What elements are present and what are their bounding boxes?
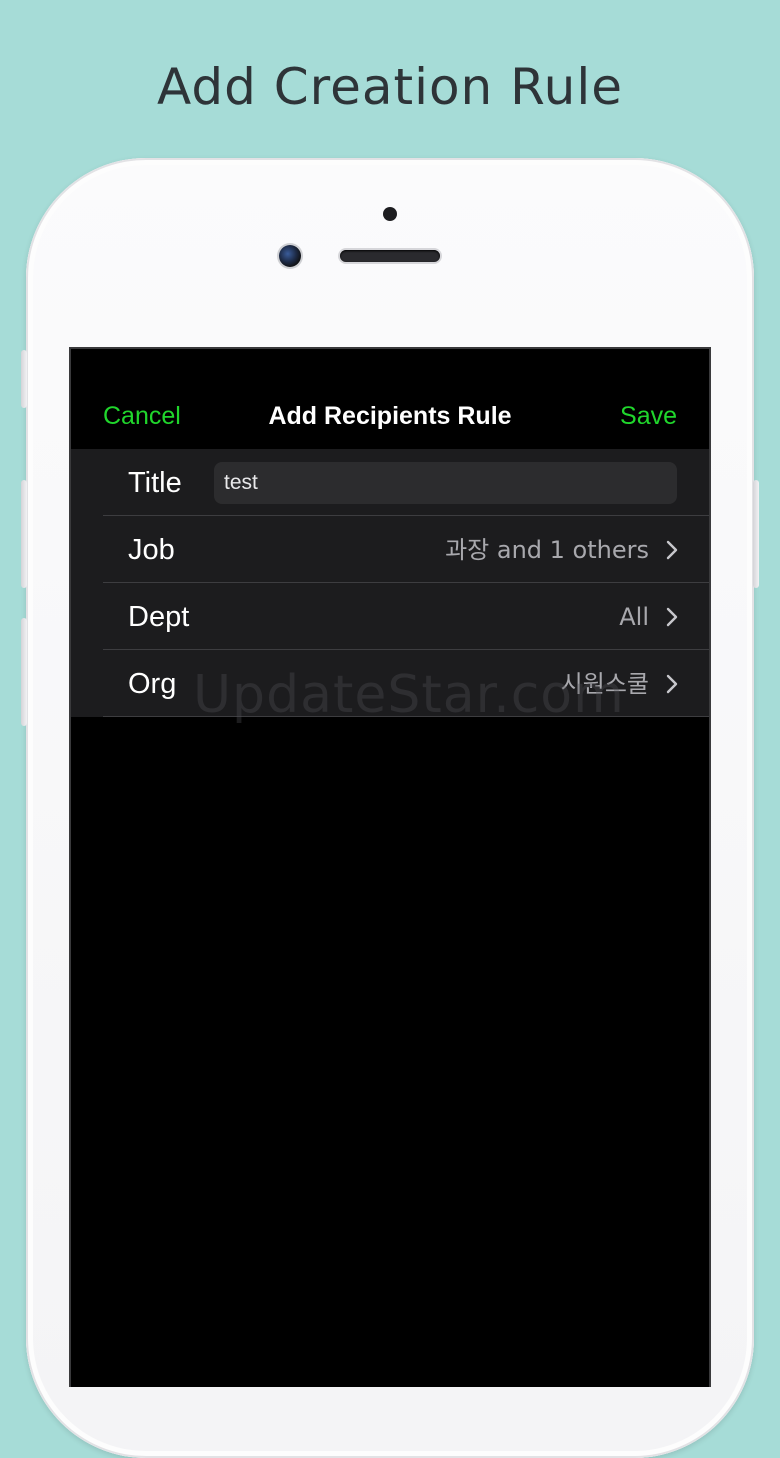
title-label: Title (128, 467, 182, 499)
org-row[interactable]: Org 시원스쿨 (71, 650, 709, 717)
nav-title: Add Recipients Rule (268, 402, 512, 430)
mute-switch (21, 350, 27, 408)
promo-headline: Add Creation Rule (157, 58, 623, 116)
chevron-right-icon (666, 674, 678, 694)
phone-screen: Cancel Add Recipients Rule Save Title Jo… (69, 347, 711, 1387)
title-row: Title (71, 449, 709, 516)
earpiece-speaker (340, 250, 440, 262)
rule-form: Title Job 과장 and 1 others Dept All Org 시… (71, 449, 709, 717)
row-separator (103, 716, 709, 717)
job-row[interactable]: Job 과장 and 1 others (71, 516, 709, 583)
navigation-bar: Cancel Add Recipients Rule Save (71, 349, 709, 449)
dept-label: Dept (128, 601, 190, 633)
volume-down-button (21, 618, 27, 726)
job-value: 과장 and 1 others (445, 536, 649, 564)
title-input[interactable] (214, 462, 677, 504)
dept-row[interactable]: Dept All (71, 583, 709, 650)
power-button (753, 480, 759, 588)
dept-value: All (619, 603, 649, 631)
chevron-right-icon (666, 607, 678, 627)
volume-up-button (21, 480, 27, 588)
org-label: Org (128, 668, 177, 700)
save-button[interactable]: Save (620, 402, 677, 431)
proximity-sensor (383, 207, 397, 221)
front-camera (279, 245, 301, 267)
org-value: 시원스쿨 (560, 670, 649, 698)
chevron-right-icon (666, 540, 678, 560)
job-label: Job (128, 534, 175, 566)
